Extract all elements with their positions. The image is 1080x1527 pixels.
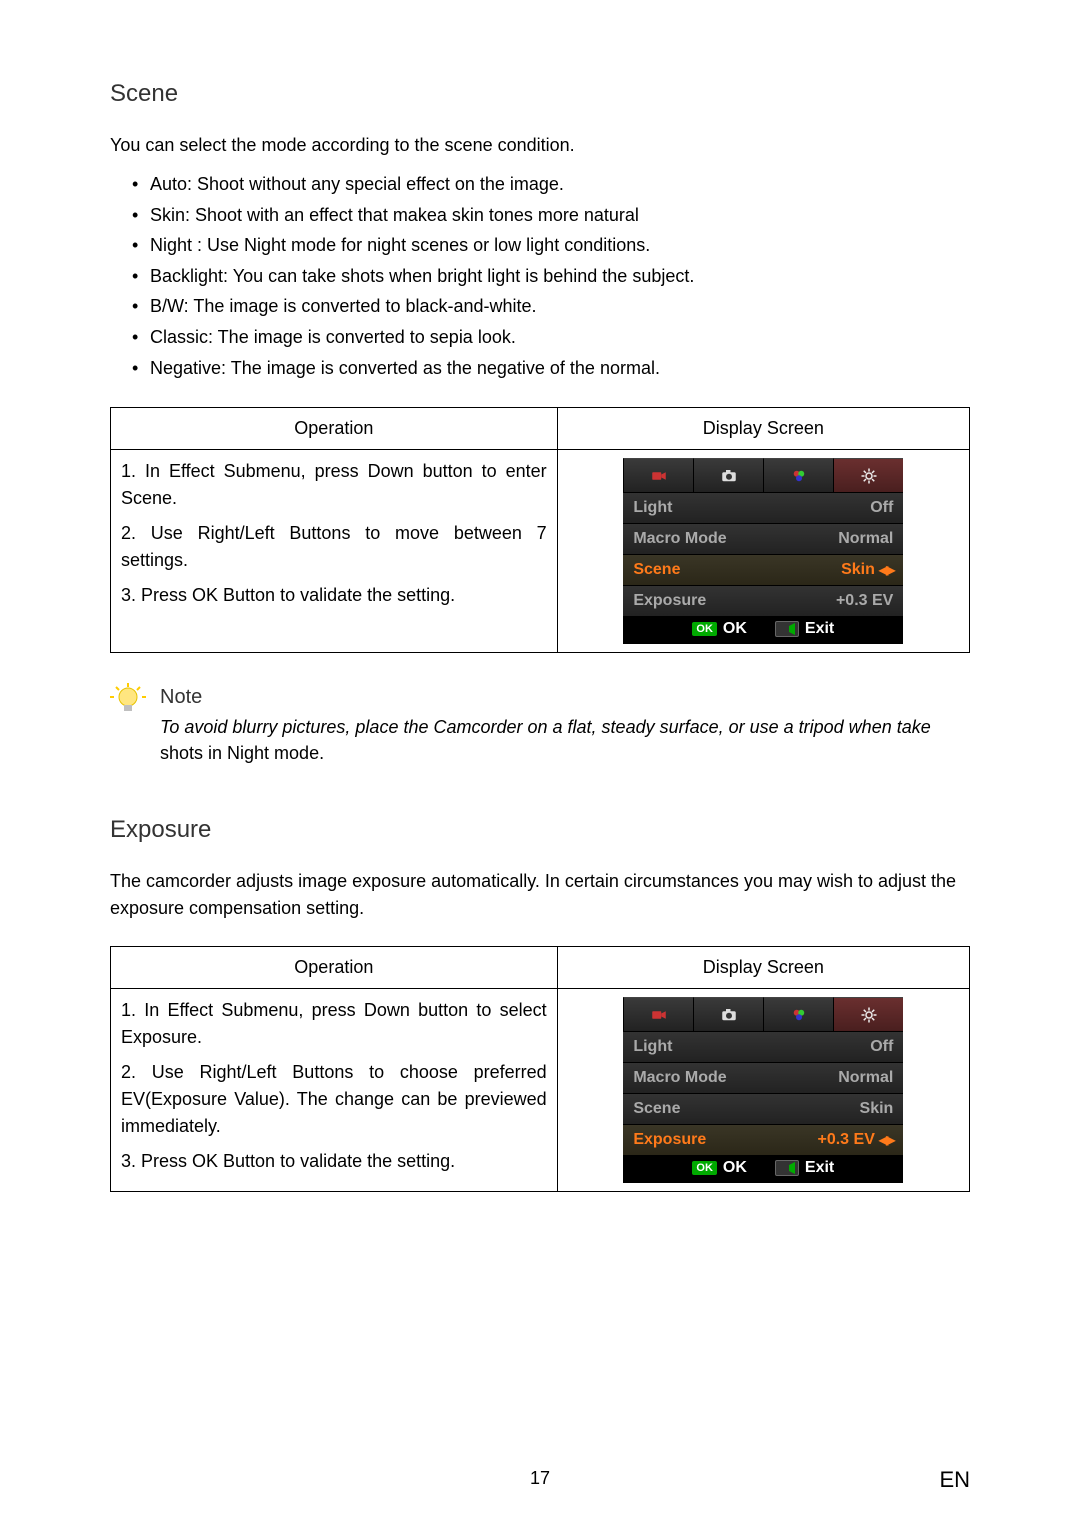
tab-photo-icon <box>693 458 763 492</box>
menu-label: Macro Mode <box>633 1069 726 1087</box>
ok-button-hint: OKOK <box>692 620 747 638</box>
tab-effect-icon <box>763 997 833 1031</box>
tab-photo-icon <box>693 997 763 1031</box>
left-right-arrows-icon: ◀▶ <box>879 1133 893 1147</box>
menu-value: Normal <box>838 530 893 548</box>
menu-label: Light <box>633 1038 672 1056</box>
ok-badge-icon: OK <box>692 1161 717 1175</box>
exposure-heading: Exposure <box>110 816 970 844</box>
menu-label: Exposure <box>633 592 706 610</box>
scene-bullet: Classic: The image is converted to sepia… <box>110 322 970 353</box>
note-block: Note To avoid blurry pictures, place the… <box>110 683 970 766</box>
tab-settings-icon <box>833 458 903 492</box>
exposure-step: 3. Press OK Button to validate the setti… <box>121 1148 547 1175</box>
menu-row-scene: Scene Skin <box>623 1093 903 1124</box>
table-header-operation: Operation <box>111 947 558 989</box>
exposure-intro: The camcorder adjusts image exposure aut… <box>110 868 970 922</box>
ok-button-hint: OKOK <box>692 1159 747 1177</box>
menu-label: Exposure <box>633 1131 706 1149</box>
scene-intro: You can select the mode according to the… <box>110 132 970 159</box>
scene-bullet: B/W: The image is converted to black-and… <box>110 291 970 322</box>
menu-row-light: Light Off <box>623 492 903 523</box>
left-right-arrows-icon: ◀▶ <box>879 563 893 577</box>
tab-video-icon <box>623 458 693 492</box>
table-header-display: Display Screen <box>557 408 969 450</box>
note-italic-text: To avoid blurry pictures, place the Camc… <box>160 717 931 737</box>
menu-value: +0.3 EV <box>836 592 893 610</box>
menu-value: Skin <box>860 1100 894 1118</box>
menu-label: Scene <box>633 561 680 579</box>
exposure-step: 2. Use Right/Left Buttons to choose pref… <box>121 1059 547 1140</box>
scene-bullet: Auto: Shoot without any special effect o… <box>110 169 970 200</box>
menu-value: Skin◀▶ <box>841 561 893 579</box>
scene-step: 2. Use Right/Left Buttons to move betwee… <box>121 520 547 574</box>
scene-heading: Scene <box>110 80 970 108</box>
menu-row-scene: Scene Skin◀▶ <box>623 554 903 585</box>
menu-row-macro-mode: Macro Mode Normal <box>623 523 903 554</box>
manual-page: Scene You can select the mode according … <box>0 0 1080 1527</box>
exposure-display-screen: Light Off Macro Mode Normal Scene Skin <box>623 997 903 1183</box>
scene-bullet-list: Auto: Shoot without any special effect o… <box>110 169 970 383</box>
tab-settings-icon <box>833 997 903 1031</box>
exposure-operation-steps: 1. In Effect Submenu, press Down button … <box>111 989 558 1192</box>
lightbulb-icon <box>110 683 146 719</box>
scene-operation-steps: 1. In Effect Submenu, press Down button … <box>111 450 558 653</box>
scene-display-screen: Light Off Macro Mode Normal Scene Skin◀▶ <box>623 458 903 644</box>
menu-row-light: Light Off <box>623 1031 903 1062</box>
scene-table: Operation Display Screen 1. In Effect Su… <box>110 407 970 653</box>
menu-value: Off <box>870 1038 893 1056</box>
scene-step: 1. In Effect Submenu, press Down button … <box>121 458 547 512</box>
menu-value: Normal <box>838 1069 893 1087</box>
scene-bullet: Negative: The image is converted as the … <box>110 353 970 384</box>
scene-bullet: Night : Use Night mode for night scenes … <box>110 230 970 261</box>
exposure-step: 1. In Effect Submenu, press Down button … <box>121 997 547 1051</box>
tab-effect-icon <box>763 458 833 492</box>
exit-button-hint: Exit <box>775 1159 834 1177</box>
menu-value: +0.3 EV◀▶ <box>817 1131 893 1149</box>
menu-value: Off <box>870 499 893 517</box>
note-plain-text: shots in Night mode. <box>160 743 324 763</box>
exit-badge-icon <box>775 1160 799 1176</box>
exit-button-hint: Exit <box>775 620 834 638</box>
scene-bullet: Backlight: You can take shots when brigh… <box>110 261 970 292</box>
menu-label: Scene <box>633 1100 680 1118</box>
menu-row-exposure: Exposure +0.3 EV◀▶ <box>623 1124 903 1155</box>
menu-label: Macro Mode <box>633 530 726 548</box>
scene-step: 3. Press OK Button to validate the setti… <box>121 582 547 609</box>
tab-video-icon <box>623 997 693 1031</box>
ok-badge-icon: OK <box>692 622 717 636</box>
menu-label: Light <box>633 499 672 517</box>
page-number: 17 <box>0 1468 1080 1489</box>
menu-row-macro-mode: Macro Mode Normal <box>623 1062 903 1093</box>
language-tag: EN <box>939 1467 970 1493</box>
menu-row-exposure: Exposure +0.3 EV <box>623 585 903 616</box>
table-header-operation: Operation <box>111 408 558 450</box>
exposure-table: Operation Display Screen 1. In Effect Su… <box>110 946 970 1192</box>
scene-bullet: Skin: Shoot with an effect that makea sk… <box>110 200 970 231</box>
table-header-display: Display Screen <box>557 947 969 989</box>
note-title: Note <box>160 683 970 712</box>
exit-badge-icon <box>775 621 799 637</box>
